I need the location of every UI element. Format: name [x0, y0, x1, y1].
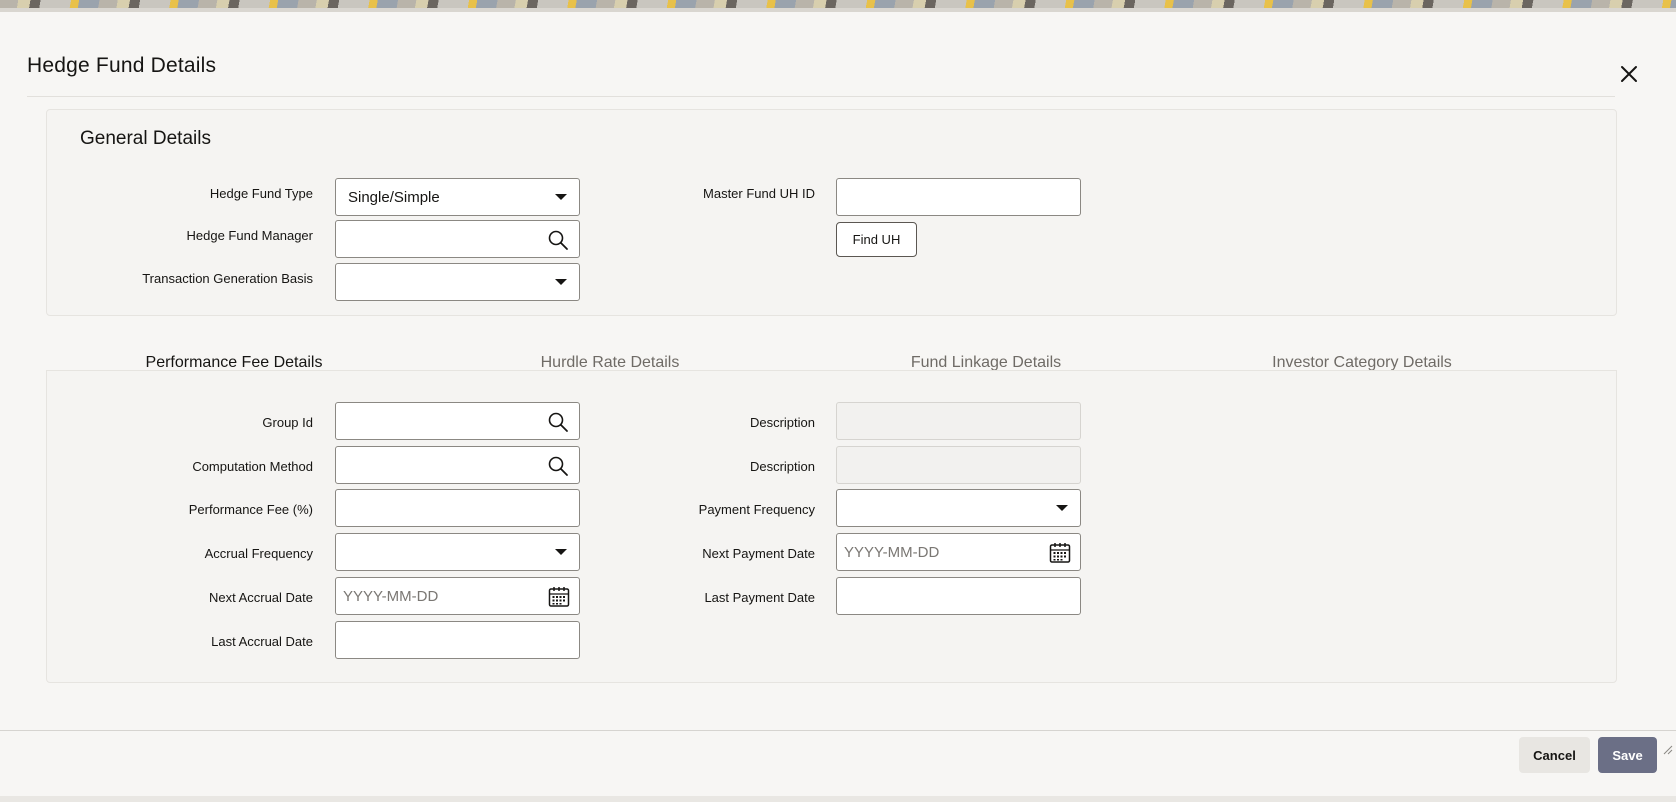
general-details-title: General Details	[80, 128, 211, 149]
description-field-1	[836, 402, 1081, 440]
next-accrual-date-placeholder: YYYY-MM-DD	[343, 587, 439, 605]
group-id-label: Group Id	[262, 415, 313, 430]
close-icon[interactable]	[1617, 62, 1641, 86]
description-label-1: Description	[749, 415, 815, 430]
transaction-generation-basis-select[interactable]	[335, 263, 580, 301]
master-fund-uh-id-input[interactable]	[836, 178, 1081, 216]
footer-divider	[0, 730, 1676, 731]
hedge-fund-type-label: Hedge Fund Type	[209, 186, 313, 201]
next-payment-date-placeholder: YYYY-MM-DD	[844, 543, 940, 561]
top-banner	[0, 0, 1676, 12]
page-bottom-bar	[0, 796, 1676, 802]
save-button[interactable]: Save	[1598, 737, 1657, 773]
performance-fee-label: Performance Fee (%)	[188, 502, 313, 517]
chevron-down-icon	[555, 279, 567, 285]
next-payment-date-input[interactable]: YYYY-MM-DD	[836, 533, 1081, 571]
title-divider	[27, 96, 1615, 97]
resize-handle-icon[interactable]	[1663, 742, 1673, 755]
payment-frequency-label: Payment Frequency	[698, 502, 815, 517]
find-uh-button[interactable]: Find UH	[836, 222, 917, 257]
payment-frequency-select[interactable]	[836, 489, 1081, 527]
last-accrual-date-label: Last Accrual Date	[211, 634, 313, 649]
computation-method-label: Computation Method	[192, 459, 313, 474]
calendar-icon[interactable]	[1048, 541, 1071, 563]
last-payment-date-input[interactable]	[836, 577, 1081, 615]
description-label-2: Description	[749, 459, 815, 474]
last-payment-date-label: Last Payment Date	[704, 590, 815, 605]
chevron-down-icon	[1056, 505, 1068, 511]
search-icon[interactable]	[547, 229, 569, 251]
hedge-fund-manager-input[interactable]	[335, 220, 580, 258]
next-payment-date-label: Next Payment Date	[702, 546, 815, 561]
hedge-fund-manager-label: Hedge Fund Manager	[186, 228, 313, 243]
dialog-title: Hedge Fund Details	[27, 54, 217, 77]
last-accrual-date-input[interactable]	[335, 621, 580, 659]
accrual-frequency-label: Accrual Frequency	[204, 546, 313, 561]
master-fund-uh-id-label: Master Fund UH ID	[703, 186, 815, 201]
description-field-2	[836, 446, 1081, 484]
next-accrual-date-label: Next Accrual Date	[208, 590, 313, 605]
cancel-button[interactable]: Cancel	[1519, 737, 1590, 773]
transaction-generation-basis-label: Transaction Generation Basis	[142, 271, 313, 286]
